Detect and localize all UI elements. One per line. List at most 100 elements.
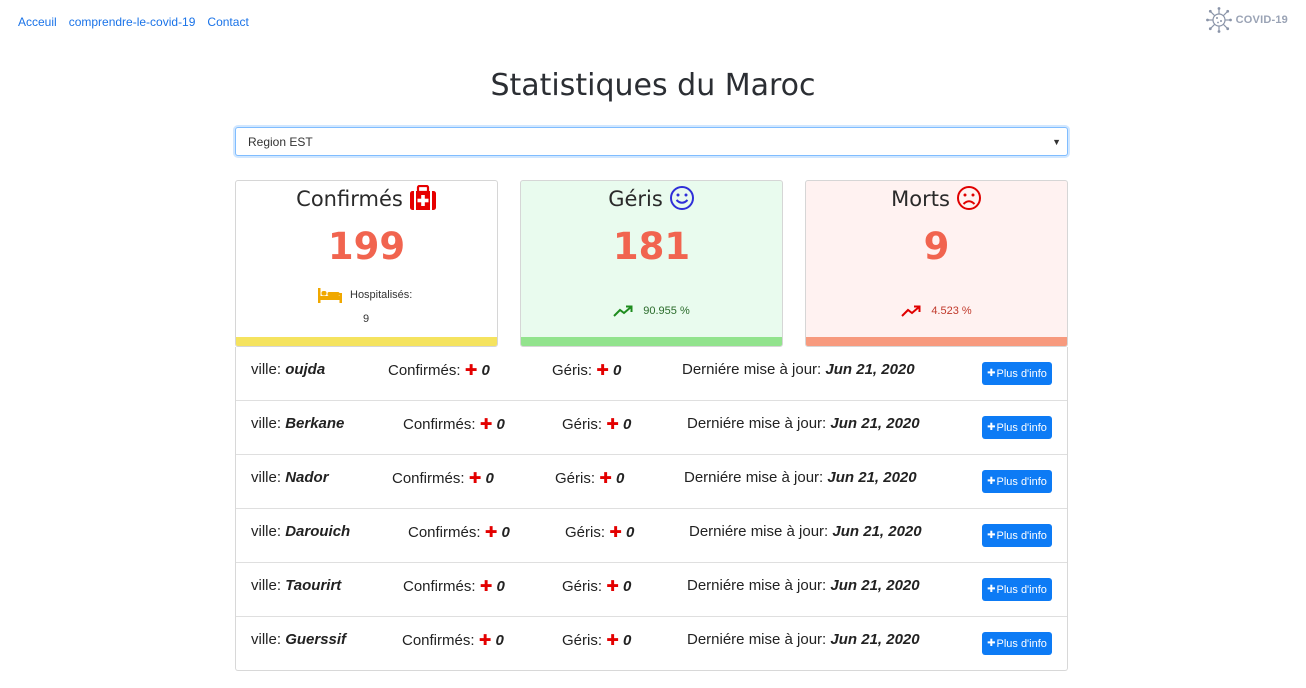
city-updated-date: Jun 21, 2020 bbox=[827, 469, 917, 486]
city-geris-cell: Géris: ✚ 0 bbox=[565, 524, 635, 541]
more-info-label: Plus d'info bbox=[996, 367, 1047, 380]
hospitalized-value: 9 bbox=[363, 313, 370, 325]
city-name: Nador bbox=[285, 469, 329, 486]
city-updated-cell: Derniére mise à jour: Jun 21, 2020 bbox=[687, 631, 920, 648]
plus-icon: ✚ bbox=[987, 530, 996, 541]
plus-icon: ✚ bbox=[468, 470, 482, 487]
nav-link-acceuil[interactable]: Acceuil bbox=[18, 15, 57, 29]
more-info-button[interactable]: ✚ Plus d'info bbox=[982, 524, 1052, 547]
city-name: Guerssif bbox=[285, 631, 347, 648]
more-info-button[interactable]: ✚ Plus d'info bbox=[982, 470, 1052, 493]
city-confirmes-value: 0 bbox=[501, 524, 510, 541]
city-name: Darouich bbox=[285, 523, 351, 540]
stat-trend-value-geris: 90.955 % bbox=[643, 305, 690, 317]
stat-card-header: Confirmés bbox=[236, 181, 497, 211]
city-row: ville: Guerssif Confirmés: ✚ 0 Géris: ✚ … bbox=[236, 617, 1067, 671]
bed-icon bbox=[318, 288, 342, 303]
city-confirmes-cell: Confirmés: ✚ 0 bbox=[403, 578, 505, 595]
trending-up-icon bbox=[901, 305, 921, 317]
city-geris-cell: Géris: ✚ 0 bbox=[562, 632, 632, 649]
city-geris-value: 0 bbox=[615, 470, 625, 487]
region-select-value: Region EST bbox=[248, 134, 313, 149]
more-info-label: Plus d'info bbox=[996, 421, 1047, 434]
city-updated-date: Jun 21, 2020 bbox=[830, 415, 920, 432]
more-info-button[interactable]: ✚ Plus d'info bbox=[982, 632, 1052, 655]
smile-icon bbox=[669, 186, 694, 210]
trending-up-icon bbox=[613, 305, 633, 317]
city-geris-cell: Géris: ✚ 0 bbox=[552, 362, 622, 379]
city-confirmes-cell: Confirmés: ✚ 0 bbox=[402, 632, 504, 649]
city-updated-cell: Derniére mise à jour: Jun 21, 2020 bbox=[684, 469, 917, 486]
plus-icon: ✚ bbox=[479, 578, 493, 595]
city-confirmes-cell: Confirmés: ✚ 0 bbox=[392, 470, 494, 487]
stat-card-header: Géris bbox=[521, 181, 782, 211]
city-row: ville: Darouich Confirmés: ✚ 0 Géris: ✚ … bbox=[236, 509, 1067, 563]
city-row: ville: oujda Confirmés: ✚ 0 Géris: ✚ 0 D… bbox=[236, 347, 1067, 401]
plus-icon: ✚ bbox=[464, 362, 478, 379]
city-confirmes-value: 0 bbox=[496, 416, 505, 433]
plus-icon: ✚ bbox=[479, 416, 493, 433]
city-updated-cell: Derniére mise à jour: Jun 21, 2020 bbox=[689, 523, 922, 540]
city-geris-value: 0 bbox=[622, 632, 632, 649]
city-updated-date: Jun 21, 2020 bbox=[830, 631, 920, 648]
city-geris-cell: Géris: ✚ 0 bbox=[562, 578, 632, 595]
stat-bar-confirmes bbox=[236, 337, 497, 346]
city-updated-cell: Derniére mise à jour: Jun 21, 2020 bbox=[682, 361, 915, 378]
city-updated-date: Jun 21, 2020 bbox=[830, 577, 920, 594]
logo-text: COVID-19 bbox=[1235, 14, 1288, 26]
city-confirmes-cell: Confirmés: ✚ 0 bbox=[388, 362, 490, 379]
city-geris-value: 0 bbox=[612, 362, 622, 379]
city-confirmes-value: 0 bbox=[495, 632, 504, 649]
more-info-label: Plus d'info bbox=[996, 475, 1047, 488]
city-geris-value: 0 bbox=[625, 524, 635, 541]
city-name-cell: ville: Darouich bbox=[251, 523, 351, 540]
city-updated-cell: Derniére mise à jour: Jun 21, 2020 bbox=[687, 415, 920, 432]
nav-link-contact[interactable]: Contact bbox=[207, 15, 248, 29]
stat-bar-geris bbox=[521, 337, 782, 346]
stat-card-morts: Morts 9 4.523 % bbox=[805, 180, 1068, 347]
city-name-cell: ville: oujda bbox=[251, 361, 326, 378]
city-confirmes-cell: Confirmés: ✚ 0 bbox=[403, 416, 505, 433]
city-updated-date: Jun 21, 2020 bbox=[825, 361, 915, 378]
city-row: ville: Berkane Confirmés: ✚ 0 Géris: ✚ 0… bbox=[236, 401, 1067, 455]
stat-value-geris: 181 bbox=[612, 225, 691, 268]
nav-link-comprendre[interactable]: comprendre-le-covid-19 bbox=[69, 15, 196, 29]
city-confirmes-cell: Confirmés: ✚ 0 bbox=[408, 524, 510, 541]
region-select[interactable]: Region EST ▼ bbox=[235, 127, 1068, 156]
covid-logo[interactable]: COVID-19 bbox=[1205, 7, 1288, 33]
plus-icon: ✚ bbox=[987, 368, 996, 379]
more-info-button[interactable]: ✚ Plus d'info bbox=[982, 362, 1052, 385]
stat-trend-geris: 90.955 % bbox=[521, 305, 782, 317]
more-info-button[interactable]: ✚ Plus d'info bbox=[982, 416, 1052, 439]
hospitalized-label: Hospitalisés: bbox=[350, 289, 413, 301]
city-row: ville: Taourirt Confirmés: ✚ 0 Géris: ✚ … bbox=[236, 563, 1067, 617]
plus-icon: ✚ bbox=[606, 578, 619, 595]
plus-icon: ✚ bbox=[987, 422, 996, 433]
city-geris-cell: Géris: ✚ 0 bbox=[555, 470, 625, 487]
stat-card-confirmes: Confirmés 199 Hospitalisés: 9 bbox=[235, 180, 498, 347]
plus-icon: ✚ bbox=[987, 638, 996, 649]
frown-icon bbox=[956, 186, 981, 210]
stat-label-confirmes: Confirmés bbox=[296, 187, 403, 211]
city-confirmes-value: 0 bbox=[485, 470, 494, 487]
virus-icon bbox=[1205, 7, 1232, 33]
city-geris-value: 0 bbox=[622, 416, 632, 433]
more-info-button[interactable]: ✚ Plus d'info bbox=[982, 578, 1052, 601]
city-confirmes-value: 0 bbox=[481, 362, 490, 379]
medkit-icon bbox=[409, 185, 436, 210]
plus-icon: ✚ bbox=[606, 632, 619, 649]
stat-trend-morts: 4.523 % bbox=[806, 305, 1067, 317]
stat-label-morts: Morts bbox=[891, 187, 950, 211]
city-name: Berkane bbox=[285, 415, 345, 432]
city-name: oujda bbox=[285, 361, 326, 378]
stat-value-confirmes: 199 bbox=[327, 225, 406, 268]
city-name-cell: ville: Guerssif bbox=[251, 631, 347, 648]
plus-icon: ✚ bbox=[599, 470, 612, 487]
plus-icon: ✚ bbox=[987, 584, 996, 595]
city-confirmes-value: 0 bbox=[496, 578, 505, 595]
city-list: ville: oujda Confirmés: ✚ 0 Géris: ✚ 0 D… bbox=[235, 347, 1068, 671]
chevron-down-icon: ▼ bbox=[1052, 137, 1061, 147]
page-title: Statistiques du Maroc bbox=[490, 68, 816, 103]
city-updated-cell: Derniére mise à jour: Jun 21, 2020 bbox=[687, 577, 920, 594]
stat-card-header: Morts bbox=[806, 181, 1067, 211]
